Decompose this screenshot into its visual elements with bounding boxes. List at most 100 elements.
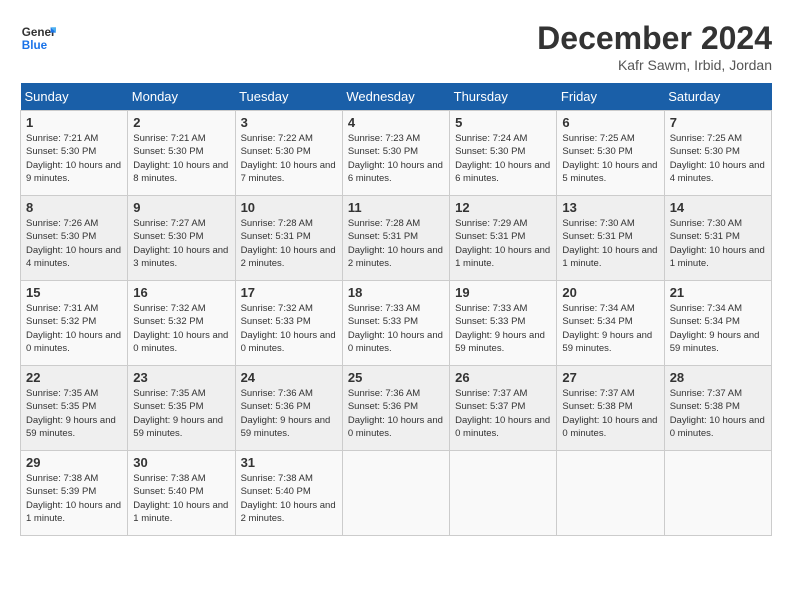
day-info: Sunrise: 7:35 AMSunset: 5:35 PMDaylight:… [26, 388, 116, 439]
calendar-table: Sunday Monday Tuesday Wednesday Thursday… [20, 83, 772, 536]
day-number: 23 [133, 370, 229, 385]
table-row: 11 Sunrise: 7:28 AMSunset: 5:31 PMDayligh… [342, 196, 449, 281]
calendar-header-row: Sunday Monday Tuesday Wednesday Thursday… [21, 83, 772, 111]
table-row: 21 Sunrise: 7:34 AMSunset: 5:34 PMDayligh… [664, 281, 771, 366]
day-number: 17 [241, 285, 337, 300]
day-info: Sunrise: 7:22 AMSunset: 5:30 PMDaylight:… [241, 133, 336, 184]
day-info: Sunrise: 7:34 AMSunset: 5:34 PMDaylight:… [670, 303, 760, 354]
day-info: Sunrise: 7:25 AMSunset: 5:30 PMDaylight:… [670, 133, 765, 184]
day-number: 28 [670, 370, 766, 385]
table-row: 26 Sunrise: 7:37 AMSunset: 5:37 PMDayligh… [450, 366, 557, 451]
table-row: 10 Sunrise: 7:28 AMSunset: 5:31 PMDayligh… [235, 196, 342, 281]
day-number: 12 [455, 200, 551, 215]
logo-icon: General Blue [20, 20, 56, 56]
table-row: 18 Sunrise: 7:33 AMSunset: 5:33 PMDayligh… [342, 281, 449, 366]
col-tuesday: Tuesday [235, 83, 342, 111]
title-section: December 2024 Kafr Sawm, Irbid, Jordan [537, 20, 772, 73]
day-info: Sunrise: 7:28 AMSunset: 5:31 PMDaylight:… [241, 218, 336, 269]
table-row: 25 Sunrise: 7:36 AMSunset: 5:36 PMDayligh… [342, 366, 449, 451]
table-row: 29 Sunrise: 7:38 AMSunset: 5:39 PMDayligh… [21, 451, 128, 536]
logo: General Blue [20, 20, 56, 56]
table-row: 6 Sunrise: 7:25 AMSunset: 5:30 PMDaylight… [557, 111, 664, 196]
day-info: Sunrise: 7:37 AMSunset: 5:38 PMDaylight:… [670, 388, 765, 439]
day-info: Sunrise: 7:38 AMSunset: 5:40 PMDaylight:… [241, 473, 336, 524]
day-number: 7 [670, 115, 766, 130]
day-number: 20 [562, 285, 658, 300]
day-info: Sunrise: 7:33 AMSunset: 5:33 PMDaylight:… [348, 303, 443, 354]
table-row: 3 Sunrise: 7:22 AMSunset: 5:30 PMDaylight… [235, 111, 342, 196]
day-info: Sunrise: 7:32 AMSunset: 5:32 PMDaylight:… [133, 303, 228, 354]
day-info: Sunrise: 7:38 AMSunset: 5:39 PMDaylight:… [26, 473, 121, 524]
day-number: 11 [348, 200, 444, 215]
day-info: Sunrise: 7:21 AMSunset: 5:30 PMDaylight:… [133, 133, 228, 184]
table-row: 28 Sunrise: 7:37 AMSunset: 5:38 PMDayligh… [664, 366, 771, 451]
day-info: Sunrise: 7:35 AMSunset: 5:35 PMDaylight:… [133, 388, 223, 439]
day-number: 3 [241, 115, 337, 130]
day-number: 5 [455, 115, 551, 130]
table-row: 2 Sunrise: 7:21 AMSunset: 5:30 PMDaylight… [128, 111, 235, 196]
table-row [664, 451, 771, 536]
table-row: 30Sunrise: 7:38 AMSunset: 5:40 PMDayligh… [128, 451, 235, 536]
calendar-row: 29 Sunrise: 7:38 AMSunset: 5:39 PMDayligh… [21, 451, 772, 536]
day-info: Sunrise: 7:30 AMSunset: 5:31 PMDaylight:… [562, 218, 657, 269]
day-number: 31 [241, 455, 337, 470]
table-row: 27 Sunrise: 7:37 AMSunset: 5:38 PMDayligh… [557, 366, 664, 451]
svg-text:Blue: Blue [22, 39, 48, 52]
day-number: 10 [241, 200, 337, 215]
day-number: 1 [26, 115, 122, 130]
col-saturday: Saturday [664, 83, 771, 111]
day-info: Sunrise: 7:32 AMSunset: 5:33 PMDaylight:… [241, 303, 336, 354]
day-number: 26 [455, 370, 551, 385]
table-row: 9Sunrise: 7:27 AMSunset: 5:30 PMDaylight… [128, 196, 235, 281]
day-info: Sunrise: 7:37 AMSunset: 5:37 PMDaylight:… [455, 388, 550, 439]
day-info: Sunrise: 7:29 AMSunset: 5:31 PMDaylight:… [455, 218, 550, 269]
day-number: 2 [133, 115, 229, 130]
table-row: 19 Sunrise: 7:33 AMSunset: 5:33 PMDayligh… [450, 281, 557, 366]
table-row: 7 Sunrise: 7:25 AMSunset: 5:30 PMDaylight… [664, 111, 771, 196]
day-number: 6 [562, 115, 658, 130]
day-info: Sunrise: 7:26 AMSunset: 5:30 PMDaylight:… [26, 218, 121, 269]
day-number: 18 [348, 285, 444, 300]
day-info: Sunrise: 7:36 AMSunset: 5:36 PMDaylight:… [348, 388, 443, 439]
table-row: 5 Sunrise: 7:24 AMSunset: 5:30 PMDaylight… [450, 111, 557, 196]
day-number: 14 [670, 200, 766, 215]
table-row: 17 Sunrise: 7:32 AMSunset: 5:33 PMDayligh… [235, 281, 342, 366]
day-number: 21 [670, 285, 766, 300]
day-number: 29 [26, 455, 122, 470]
day-info: Sunrise: 7:28 AMSunset: 5:31 PMDaylight:… [348, 218, 443, 269]
day-info: Sunrise: 7:23 AMSunset: 5:30 PMDaylight:… [348, 133, 443, 184]
calendar-row: 22 Sunrise: 7:35 AMSunset: 5:35 PMDayligh… [21, 366, 772, 451]
table-row: 13 Sunrise: 7:30 AMSunset: 5:31 PMDayligh… [557, 196, 664, 281]
table-row: 16 Sunrise: 7:32 AMSunset: 5:32 PMDayligh… [128, 281, 235, 366]
calendar-row: 1 Sunrise: 7:21 AMSunset: 5:30 PMDaylight… [21, 111, 772, 196]
table-row: 22 Sunrise: 7:35 AMSunset: 5:35 PMDayligh… [21, 366, 128, 451]
day-info: Sunrise: 7:33 AMSunset: 5:33 PMDaylight:… [455, 303, 545, 354]
day-number: 13 [562, 200, 658, 215]
day-info: Sunrise: 7:37 AMSunset: 5:38 PMDaylight:… [562, 388, 657, 439]
day-number: 19 [455, 285, 551, 300]
table-row: 23 Sunrise: 7:35 AMSunset: 5:35 PMDayligh… [128, 366, 235, 451]
col-monday: Monday [128, 83, 235, 111]
day-info: Sunrise: 7:30 AMSunset: 5:31 PMDaylight:… [670, 218, 765, 269]
table-row [557, 451, 664, 536]
col-wednesday: Wednesday [342, 83, 449, 111]
page-header: General Blue December 2024 Kafr Sawm, Ir… [20, 20, 772, 73]
col-sunday: Sunday [21, 83, 128, 111]
location: Kafr Sawm, Irbid, Jordan [537, 57, 772, 73]
table-row: 8Sunrise: 7:26 AMSunset: 5:30 PMDaylight… [21, 196, 128, 281]
table-row: 12 Sunrise: 7:29 AMSunset: 5:31 PMDayligh… [450, 196, 557, 281]
table-row: 14 Sunrise: 7:30 AMSunset: 5:31 PMDayligh… [664, 196, 771, 281]
day-number: 27 [562, 370, 658, 385]
day-info: Sunrise: 7:24 AMSunset: 5:30 PMDaylight:… [455, 133, 550, 184]
day-number: 25 [348, 370, 444, 385]
month-title: December 2024 [537, 20, 772, 57]
day-number: 22 [26, 370, 122, 385]
day-info: Sunrise: 7:25 AMSunset: 5:30 PMDaylight:… [562, 133, 657, 184]
day-info: Sunrise: 7:31 AMSunset: 5:32 PMDaylight:… [26, 303, 121, 354]
calendar-row: 8Sunrise: 7:26 AMSunset: 5:30 PMDaylight… [21, 196, 772, 281]
calendar-row: 15Sunrise: 7:31 AMSunset: 5:32 PMDayligh… [21, 281, 772, 366]
day-number: 16 [133, 285, 229, 300]
day-number: 24 [241, 370, 337, 385]
table-row: 20Sunrise: 7:34 AMSunset: 5:34 PMDayligh… [557, 281, 664, 366]
col-thursday: Thursday [450, 83, 557, 111]
